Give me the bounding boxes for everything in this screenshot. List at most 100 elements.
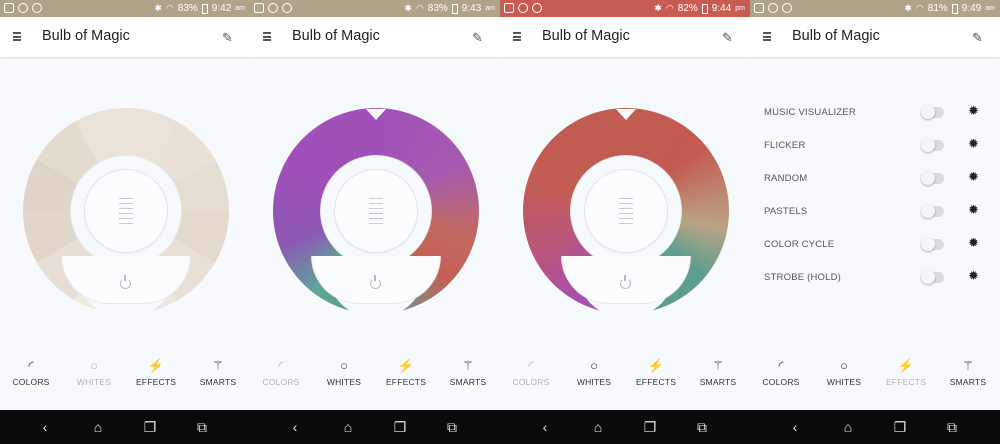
- gear-icon[interactable]: ✹: [968, 268, 979, 284]
- effect-row-random: RANDOM ✹: [750, 166, 1000, 199]
- color-wheel[interactable]: [273, 108, 479, 318]
- app-bar: Bulb of Magic ✎: [250, 17, 500, 57]
- brightness-knob[interactable]: [335, 170, 417, 252]
- effect-toggle[interactable]: [921, 138, 944, 152]
- color-pointer[interactable]: [616, 109, 636, 120]
- screenshot-icon[interactable]: ⧉: [443, 418, 461, 436]
- home-icon[interactable]: ⌂: [839, 418, 857, 436]
- tab-smarts[interactable]: ⚚ SMARTS: [437, 358, 499, 387]
- voicemail-icon: [518, 3, 528, 13]
- battery-percent: 83%: [177, 3, 198, 14]
- voicemail-icon: [768, 3, 778, 13]
- tab-whites[interactable]: ○ WHITES: [313, 358, 375, 387]
- tab-smarts[interactable]: ⚚ SMARTS: [687, 358, 749, 387]
- rainbow-icon: ◜: [278, 358, 284, 373]
- app-title: Bulb of Magic: [542, 28, 630, 44]
- screen-colors-red: ✱ ◠ 82% 9:44 pm Bulb of Magic ✎ ◜ COLORS …: [500, 0, 750, 444]
- bottom-tab-bar: ◜ COLORS ○ WHITES ⚡ EFFECTS ⚚ SMARTS: [500, 358, 750, 394]
- gear-icon[interactable]: ✹: [968, 202, 979, 218]
- tab-colors[interactable]: ◜ COLORS: [750, 358, 812, 387]
- tab-colors[interactable]: ◜ COLORS: [500, 358, 562, 387]
- effect-toggle[interactable]: [921, 105, 944, 119]
- lightning-icon: ⚡: [397, 358, 415, 373]
- screenshot-icon[interactable]: ⧉: [693, 418, 711, 436]
- back-icon[interactable]: ‹: [786, 418, 804, 436]
- clock-ampm: am: [985, 5, 995, 12]
- effect-label: PASTELS: [764, 206, 808, 217]
- status-bar: ✱ ◠ 81% 9:49 am: [750, 0, 1000, 17]
- screenshot-icon[interactable]: ⧉: [943, 418, 961, 436]
- color-pointer[interactable]: [366, 109, 386, 120]
- brightness-knob[interactable]: [85, 170, 167, 252]
- tab-colors[interactable]: ◜ COLORS: [0, 358, 62, 387]
- gear-icon[interactable]: ✹: [968, 169, 979, 185]
- effect-label: RANDOM: [764, 173, 808, 184]
- tab-smarts[interactable]: ⚚ SMARTS: [937, 358, 999, 387]
- brightness-knob[interactable]: [585, 170, 667, 252]
- tab-whites[interactable]: ○ WHITES: [813, 358, 875, 387]
- rainbow-icon: ◜: [528, 358, 534, 373]
- edit-pencil-icon[interactable]: ✎: [472, 30, 483, 46]
- back-icon[interactable]: ‹: [286, 418, 304, 436]
- bottom-tab-bar: ◜ COLORS ○ WHITES ⚡ EFFECTS ⚚ SMARTS: [250, 358, 500, 394]
- color-wheel[interactable]: [523, 108, 729, 318]
- effect-row-pastels: PASTELS ✹: [750, 199, 1000, 232]
- back-icon[interactable]: ‹: [36, 418, 54, 436]
- tab-whites[interactable]: ○ WHITES: [563, 358, 625, 387]
- effect-toggle[interactable]: [921, 237, 944, 251]
- magic-wand-icon: ⚚: [962, 358, 974, 373]
- wifi-icon: ◠: [165, 3, 174, 13]
- recents-icon[interactable]: ❐: [641, 418, 659, 436]
- recents-icon[interactable]: ❐: [891, 418, 909, 436]
- tab-colors[interactable]: ◜ COLORS: [250, 358, 312, 387]
- menu-icon[interactable]: [763, 32, 771, 41]
- home-icon[interactable]: ⌂: [589, 418, 607, 436]
- tab-effects[interactable]: ⚡ EFFECTS: [875, 358, 937, 387]
- home-icon[interactable]: ⌂: [89, 418, 107, 436]
- tab-effects[interactable]: ⚡ EFFECTS: [375, 358, 437, 387]
- screen-effects: ✱ ◠ 81% 9:49 am Bulb of Magic ✎ MUSIC VI…: [750, 0, 1000, 444]
- effect-toggle[interactable]: [921, 204, 944, 218]
- app-title: Bulb of Magic: [292, 28, 380, 44]
- effect-toggle[interactable]: [921, 171, 944, 185]
- battery-icon: [201, 3, 208, 14]
- home-icon[interactable]: ⌂: [339, 418, 357, 436]
- clock: 9:49: [961, 3, 982, 14]
- sun-icon: ○: [90, 358, 98, 373]
- menu-icon[interactable]: [263, 32, 271, 41]
- clock: 9:44: [711, 3, 732, 14]
- edit-pencil-icon[interactable]: ✎: [222, 30, 233, 46]
- tab-smarts[interactable]: ⚚ SMARTS: [187, 358, 249, 387]
- app-bar: Bulb of Magic ✎: [500, 17, 750, 57]
- rainbow-icon: ◜: [28, 358, 34, 373]
- menu-icon[interactable]: [13, 32, 21, 41]
- recents-icon[interactable]: ❐: [141, 418, 159, 436]
- effect-label: COLOR CYCLE: [764, 239, 835, 250]
- lightning-icon: ⚡: [147, 358, 165, 373]
- recents-icon[interactable]: ❐: [391, 418, 409, 436]
- white-temperature-wheel[interactable]: [23, 108, 229, 318]
- effect-toggle[interactable]: [921, 270, 944, 284]
- gear-icon[interactable]: ✹: [968, 136, 979, 152]
- gear-icon[interactable]: ✹: [968, 235, 979, 251]
- app-bar: Bulb of Magic ✎: [750, 17, 1000, 57]
- rainbow-icon: ◜: [778, 358, 784, 373]
- menu-icon[interactable]: [513, 32, 521, 41]
- sun-icon: ○: [590, 358, 598, 373]
- gear-icon[interactable]: ✹: [968, 103, 979, 119]
- tab-whites[interactable]: ○ WHITES: [63, 358, 125, 387]
- back-icon[interactable]: ‹: [536, 418, 554, 436]
- app-bar: Bulb of Magic ✎: [0, 17, 250, 57]
- battery-icon: [701, 3, 708, 14]
- system-nav-bar: ‹ ⌂ ❐ ⧉: [250, 410, 500, 444]
- edit-pencil-icon[interactable]: ✎: [972, 30, 983, 46]
- tab-effects[interactable]: ⚡ EFFECTS: [625, 358, 687, 387]
- effect-label: FLICKER: [764, 140, 806, 151]
- magic-wand-icon: ⚚: [712, 358, 724, 373]
- system-nav-bar: ‹ ⌂ ❐ ⧉: [0, 410, 250, 444]
- edit-pencil-icon[interactable]: ✎: [722, 30, 733, 46]
- screen-whites: ✱ ◠ 83% 9:42 am Bulb of Magic ✎ ◜ COLORS …: [0, 0, 250, 444]
- tab-effects[interactable]: ⚡ EFFECTS: [125, 358, 187, 387]
- screenshot-icon[interactable]: ⧉: [193, 418, 211, 436]
- battery-percent: 83%: [427, 3, 448, 14]
